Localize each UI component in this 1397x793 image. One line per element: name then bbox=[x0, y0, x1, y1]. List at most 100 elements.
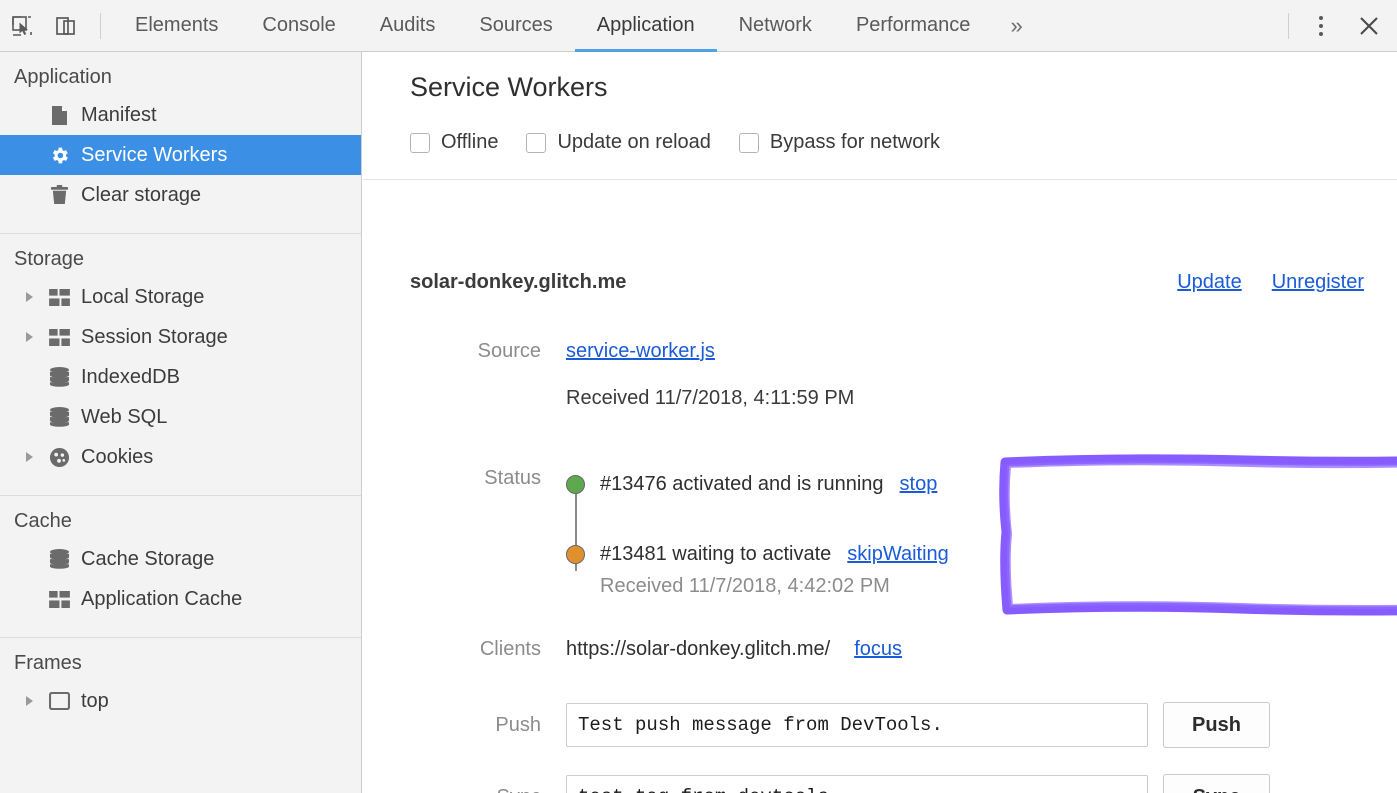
sidebar-item-cookies[interactable]: Cookies bbox=[0, 437, 361, 477]
client-url: https://solar-donkey.glitch.me/ bbox=[566, 638, 830, 661]
sync-row: Sync Sync bbox=[363, 774, 1270, 793]
bypass-for-network-option[interactable]: Bypass for network bbox=[739, 131, 940, 154]
kebab-menu-icon[interactable] bbox=[1301, 4, 1341, 48]
status-entry-active: #13476 activated and is running stop bbox=[566, 467, 949, 501]
tab-network[interactable]: Network bbox=[717, 0, 834, 52]
sidebar-item-web-sql[interactable]: Web SQL bbox=[0, 397, 361, 437]
cookie-icon bbox=[46, 446, 72, 468]
tab-label: Sources bbox=[479, 14, 552, 37]
tab-label: Console bbox=[262, 14, 335, 37]
inspect-element-icon[interactable] bbox=[0, 4, 44, 48]
more-tabs-icon[interactable]: » bbox=[992, 15, 1040, 37]
update-on-reload-checkbox[interactable] bbox=[526, 133, 546, 153]
push-input[interactable] bbox=[566, 703, 1148, 747]
table-icon bbox=[46, 286, 72, 308]
sidebar-item-label: IndexedDB bbox=[81, 366, 180, 389]
toolbar-divider-right bbox=[1288, 13, 1289, 39]
tab-label: Performance bbox=[856, 14, 971, 37]
sidebar-section-application: Application Manifest Service Workers Cle… bbox=[0, 52, 361, 234]
focus-link[interactable]: focus bbox=[854, 638, 902, 661]
status-entries: #13476 activated and is running stop #13… bbox=[566, 467, 949, 598]
tab-application[interactable]: Application bbox=[575, 0, 717, 52]
source-row: Source service-worker.js Received 11/7/2… bbox=[363, 340, 854, 410]
database-icon bbox=[46, 366, 72, 388]
sidebar-item-indexeddb[interactable]: IndexedDB bbox=[0, 357, 361, 397]
update-link[interactable]: Update bbox=[1177, 271, 1242, 294]
trash-icon bbox=[46, 184, 72, 206]
panel-tabs: Elements Console Audits Sources Applicat… bbox=[113, 0, 1041, 52]
chevron-right-icon[interactable] bbox=[26, 452, 33, 462]
sidebar-item-application-cache[interactable]: Application Cache bbox=[0, 579, 361, 619]
status-annotation-box bbox=[999, 452, 1397, 616]
service-worker-options: Offline Update on reload Bypass for netw… bbox=[410, 131, 968, 154]
status-text-waiting: #13481 waiting to activate bbox=[600, 543, 831, 566]
sidebar-section-storage: Storage Local Storage Session Storage In… bbox=[0, 234, 361, 496]
sidebar-section-title: Application bbox=[0, 66, 361, 95]
clients-row: Clients https://solar-donkey.glitch.me/ … bbox=[363, 638, 902, 661]
sync-input[interactable] bbox=[566, 775, 1148, 793]
update-on-reload-option[interactable]: Update on reload bbox=[526, 131, 710, 154]
sidebar-item-label: Local Storage bbox=[81, 286, 204, 309]
clients-label: Clients bbox=[363, 638, 566, 661]
unregister-link[interactable]: Unregister bbox=[1272, 271, 1364, 294]
toolbar-divider bbox=[100, 13, 101, 39]
chevron-right-icon[interactable] bbox=[26, 332, 33, 342]
sidebar-item-label: Application Cache bbox=[81, 588, 242, 611]
frame-icon bbox=[46, 690, 72, 712]
tab-sources[interactable]: Sources bbox=[457, 0, 574, 52]
status-text-running: #13476 activated and is running bbox=[600, 473, 884, 496]
offline-option[interactable]: Offline bbox=[410, 131, 498, 154]
status-entry-waiting: #13481 waiting to activate skipWaiting bbox=[566, 537, 949, 571]
bypass-for-network-label: Bypass for network bbox=[770, 131, 940, 154]
table-icon bbox=[46, 326, 72, 348]
sidebar-item-label: Web SQL bbox=[81, 406, 167, 429]
sidebar-item-clear-storage[interactable]: Clear storage bbox=[0, 175, 361, 215]
sidebar-item-session-storage[interactable]: Session Storage bbox=[0, 317, 361, 357]
sidebar-item-service-workers[interactable]: Service Workers bbox=[0, 135, 361, 175]
offline-checkbox[interactable] bbox=[410, 133, 430, 153]
close-icon[interactable] bbox=[1341, 4, 1397, 48]
service-worker-script-link[interactable]: service-worker.js bbox=[566, 340, 715, 362]
database-icon bbox=[46, 548, 72, 570]
sidebar-item-label: Session Storage bbox=[81, 326, 228, 349]
sidebar-section-frames: Frames top bbox=[0, 638, 361, 721]
tab-performance[interactable]: Performance bbox=[834, 0, 993, 52]
stop-link[interactable]: stop bbox=[900, 473, 938, 496]
tab-audits[interactable]: Audits bbox=[358, 0, 458, 52]
update-on-reload-label: Update on reload bbox=[557, 131, 710, 154]
gear-icon bbox=[46, 144, 72, 166]
sidebar-item-top-frame[interactable]: top bbox=[0, 681, 361, 721]
device-toolbar-icon[interactable] bbox=[44, 4, 88, 48]
tab-label: Elements bbox=[135, 14, 218, 37]
chevron-right-icon[interactable] bbox=[26, 292, 33, 302]
skip-waiting-link[interactable]: skipWaiting bbox=[847, 543, 949, 566]
status-row: Status #13476 activated and is running s… bbox=[363, 467, 949, 598]
table-icon bbox=[46, 588, 72, 610]
sidebar-item-manifest[interactable]: Manifest bbox=[0, 95, 361, 135]
push-button[interactable]: Push bbox=[1163, 702, 1270, 748]
sidebar-item-cache-storage[interactable]: Cache Storage bbox=[0, 539, 361, 579]
offline-label: Offline bbox=[441, 131, 498, 154]
push-row: Push Push bbox=[363, 702, 1270, 748]
status-label: Status bbox=[363, 467, 566, 490]
sync-label: Sync bbox=[363, 786, 566, 793]
sidebar-section-title: Storage bbox=[0, 248, 361, 277]
sidebar-section-title: Cache bbox=[0, 510, 361, 539]
source-value: service-worker.js Received 11/7/2018, 4:… bbox=[566, 340, 854, 410]
status-dot-waiting bbox=[566, 545, 585, 564]
tab-console[interactable]: Console bbox=[240, 0, 357, 52]
sync-button[interactable]: Sync bbox=[1163, 774, 1270, 793]
sidebar-section-title: Frames bbox=[0, 652, 361, 681]
bypass-for-network-checkbox[interactable] bbox=[739, 133, 759, 153]
application-sidebar: Application Manifest Service Workers Cle… bbox=[0, 52, 362, 793]
sidebar-item-label: Cache Storage bbox=[81, 548, 214, 571]
sidebar-item-label: Service Workers bbox=[81, 144, 227, 167]
database-icon bbox=[46, 406, 72, 428]
tab-elements[interactable]: Elements bbox=[113, 0, 240, 52]
sidebar-item-local-storage[interactable]: Local Storage bbox=[0, 277, 361, 317]
chevron-right-icon[interactable] bbox=[26, 696, 33, 706]
header-divider bbox=[363, 179, 1397, 180]
page-title: Service Workers bbox=[410, 72, 608, 103]
sidebar-section-cache: Cache Cache Storage Application Cache bbox=[0, 496, 361, 638]
source-label: Source bbox=[363, 340, 566, 363]
